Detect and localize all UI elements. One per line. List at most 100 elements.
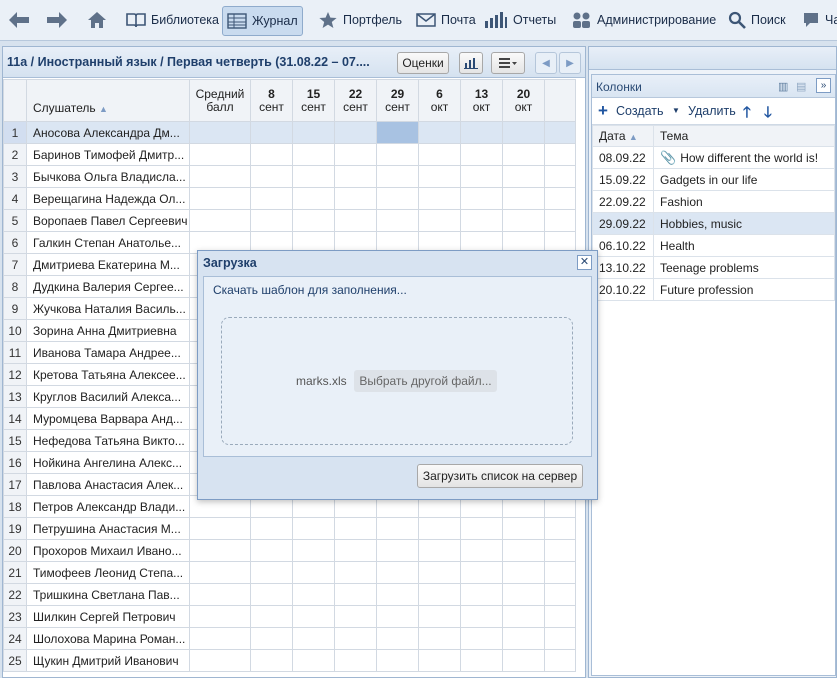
create-dropdown-arrow-icon[interactable]: ▼ (672, 106, 680, 115)
grade-cell[interactable] (502, 649, 545, 672)
grade-cell[interactable] (418, 187, 461, 210)
student-name-cell[interactable]: Петров Александр Влади... (26, 495, 190, 518)
grade-cell[interactable] (418, 539, 461, 562)
grade-cell[interactable] (292, 561, 335, 584)
grade-cell[interactable] (376, 583, 419, 606)
table-row[interactable]: 06.10.22 Health (592, 234, 835, 257)
chart-view-button[interactable] (459, 52, 483, 74)
grade-cell[interactable] (376, 187, 419, 210)
grade-cell[interactable] (502, 627, 545, 650)
grade-cell[interactable] (418, 561, 461, 584)
student-name-cell[interactable]: Баринов Тимофей Дмитр... (26, 143, 190, 166)
move-up-arrow-icon[interactable]: 🡑 (743, 102, 751, 127)
date-column-header[interactable]: Дата ▲ (592, 125, 654, 147)
average-column-header[interactable]: Средний балл (189, 79, 251, 122)
grade-cell[interactable] (418, 517, 461, 540)
grade-cell[interactable] (292, 627, 335, 650)
student-name-cell[interactable]: Круглов Василий Алекса... (26, 385, 190, 408)
grade-cell[interactable] (334, 561, 377, 584)
paperclip-icon[interactable]: 📎 (660, 150, 676, 165)
next-page-button[interactable]: ▶ (559, 52, 581, 74)
nav-administration[interactable]: Администрирование (568, 6, 720, 34)
grade-cell[interactable] (376, 121, 419, 144)
student-name-cell[interactable]: Муромцева Варвара Анд... (26, 407, 190, 430)
student-name-cell[interactable]: Верещагина Надежда Ол... (26, 187, 190, 210)
grade-cell[interactable] (334, 583, 377, 606)
table-row[interactable]: 19 Петрушина Анастасия М... (3, 517, 576, 540)
grade-cell[interactable] (502, 121, 545, 144)
grade-cell[interactable] (292, 209, 335, 232)
grade-cell[interactable] (334, 517, 377, 540)
student-name-cell[interactable]: Дудкина Валерия Сергее... (26, 275, 190, 298)
date-column-header[interactable]: 29 сент (376, 79, 419, 122)
grade-cell[interactable] (460, 649, 503, 672)
grade-cell[interactable] (502, 561, 545, 584)
date-column-header[interactable]: 13 окт (460, 79, 503, 122)
grade-cell[interactable] (460, 121, 503, 144)
file-drop-zone[interactable]: marks.xls Выбрать другой файл... (221, 317, 573, 445)
topic-column-header[interactable]: Тема (653, 125, 835, 147)
grade-cell[interactable] (502, 583, 545, 606)
student-name-cell[interactable]: Тимофеев Леонид Степа... (26, 561, 190, 584)
grade-cell[interactable] (334, 121, 377, 144)
grade-cell[interactable] (334, 187, 377, 210)
create-button[interactable]: Создать (616, 104, 664, 118)
grade-cell[interactable] (250, 143, 293, 166)
student-name-cell[interactable]: Иванова Тамара Андрее... (26, 341, 190, 364)
grade-cell[interactable] (292, 583, 335, 606)
grade-cell[interactable] (502, 209, 545, 232)
nav-portfolio[interactable]: Портфель (314, 6, 406, 34)
grade-cell[interactable] (502, 605, 545, 628)
nav-library[interactable]: Библиотека (122, 6, 223, 34)
student-name-cell[interactable]: Жучкова Наталия Василь... (26, 297, 190, 320)
grade-cell[interactable] (250, 627, 293, 650)
student-name-cell[interactable]: Нойкина Ангелина Алекс... (26, 451, 190, 474)
student-name-cell[interactable]: Галкин Степан Анатолье... (26, 231, 190, 254)
date-column-header[interactable]: 8 сент (250, 79, 293, 122)
grade-cell[interactable] (376, 627, 419, 650)
average-cell[interactable] (189, 561, 251, 584)
collapse-panel-button[interactable]: » (816, 78, 831, 93)
student-name-cell[interactable]: Шолохова Марина Роман... (26, 627, 190, 650)
grade-cell[interactable] (376, 539, 419, 562)
student-name-cell[interactable]: Нефедова Татьяна Викто... (26, 429, 190, 452)
grade-cell[interactable] (376, 209, 419, 232)
grade-cell[interactable] (376, 649, 419, 672)
grade-cell[interactable] (460, 539, 503, 562)
average-cell[interactable] (189, 121, 251, 144)
nav-reports[interactable]: Отчеты (480, 6, 560, 34)
close-button[interactable]: ✕ (577, 255, 592, 270)
grade-cell[interactable] (292, 517, 335, 540)
grade-cell[interactable] (250, 539, 293, 562)
table-row[interactable]: 3 Бычкова Ольга Владисла... (3, 165, 576, 188)
table-row[interactable]: 1 Аносова Александра Дм... (3, 121, 576, 144)
grade-cell[interactable] (502, 517, 545, 540)
nav-journal[interactable]: Журнал (222, 6, 303, 36)
prev-page-button[interactable]: ◀ (535, 52, 557, 74)
table-row[interactable]: 20 Прохоров Михаил Ивано... (3, 539, 576, 562)
nav-chat[interactable]: Ча (798, 6, 837, 34)
table-row[interactable]: 13.10.22 Teenage problems (592, 256, 835, 279)
choose-file-button[interactable]: Выбрать другой файл... (354, 370, 497, 392)
grade-cell[interactable] (334, 605, 377, 628)
table-row[interactable]: 21 Тимофеев Леонид Степа... (3, 561, 576, 584)
average-cell[interactable] (189, 627, 251, 650)
student-name-cell[interactable]: Павлова Анастасия Алек... (26, 473, 190, 496)
layout-alt-icon[interactable]: ▤ (796, 80, 806, 93)
grade-cell[interactable] (460, 561, 503, 584)
grade-cell[interactable] (250, 561, 293, 584)
grade-cell[interactable] (250, 165, 293, 188)
grade-cell[interactable] (460, 143, 503, 166)
grade-cell[interactable] (292, 605, 335, 628)
grade-cell[interactable] (418, 143, 461, 166)
table-row[interactable]: 20.10.22 Future profession (592, 278, 835, 301)
grade-cell[interactable] (502, 539, 545, 562)
average-cell[interactable] (189, 165, 251, 188)
table-row[interactable]: 08.09.22 📎 How different the world is! (592, 146, 835, 169)
grade-cell[interactable] (376, 605, 419, 628)
grade-cell[interactable] (250, 605, 293, 628)
move-down-arrow-icon[interactable]: 🡓 (764, 102, 772, 127)
grades-button[interactable]: Оценки (397, 52, 449, 74)
grade-cell[interactable] (334, 649, 377, 672)
table-row[interactable]: 23 Шилкин Сергей Петрович (3, 605, 576, 628)
